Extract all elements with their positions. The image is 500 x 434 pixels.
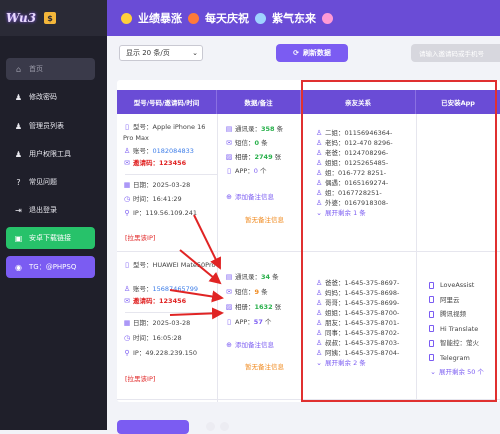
sidebar-item-label: 退出登录: [29, 206, 57, 214]
no-note-text: 暂无备注信息: [245, 363, 284, 371]
clock-icon: ◷: [123, 334, 131, 342]
contacts-icon: ▤: [225, 125, 233, 133]
plus-icon: ⊕: [226, 193, 232, 201]
sms-icon: ✉: [226, 288, 232, 296]
device-model: ▯ 型号：HUAWEI Mate50Pro: [123, 260, 217, 271]
user-key-icon: ♟: [14, 92, 23, 102]
account: ♙ 账号：0182084833: [123, 147, 194, 155]
image-icon: ▨: [225, 303, 233, 311]
chevron-down-icon: ⌄: [192, 49, 198, 57]
logo: Wu3: [6, 11, 37, 25]
refresh-button[interactable]: ⟳ 刷新数据: [276, 44, 348, 62]
sidebar-item-label: 用户权限工具: [29, 150, 71, 158]
party-popper-icon: [322, 12, 333, 24]
invite-code: ✉ 邀请码：123456: [124, 159, 187, 167]
user-list-icon: ♟: [14, 121, 23, 131]
highlight-box: [301, 80, 497, 402]
home-icon: ⌂: [15, 64, 22, 74]
sidebar: Wu3 $ ⌂ 首页 ♟ 修改密码 ♟ 管理员列表 ♟ 用户权限工具 ? 常见问题 ⇥ 退出…: [0, 0, 107, 430]
banner-text-2: 每天庆祝: [205, 12, 249, 25]
sidebar-item-label: 常见问题: [29, 178, 57, 186]
phone-icon: ▯: [125, 261, 129, 269]
refresh-label: 刷新数据: [302, 49, 331, 57]
device-model: ▯ 型号：Apple iPhone 16 Pro Max: [123, 123, 206, 142]
time: ◷ 时间：16:41:29: [123, 195, 182, 203]
sidebar-item-label: TG：@PHPSQ: [29, 263, 77, 271]
logout-icon: ⇥: [15, 205, 22, 215]
add-note-button[interactable]: ⊕ 添加备注信息: [225, 340, 274, 351]
ip-address: ⚲ IP：49.228.239.150: [124, 349, 198, 357]
sidebar-item-android-download[interactable]: ▣ 安卓下载链接: [6, 227, 95, 249]
clock-icon: ◷: [123, 195, 131, 203]
user-icon: ♙: [123, 285, 131, 293]
plus-icon: ⊕: [226, 341, 232, 349]
column-header: 型号/号码/邀请码/时间: [117, 90, 217, 114]
pagination-button[interactable]: [117, 420, 189, 434]
photos-count[interactable]: ▨ 相册：1632 张: [225, 302, 281, 313]
sidebar-item-label: 管理员列表: [29, 122, 64, 130]
photos-count[interactable]: ▨ 相册：2749 张: [225, 152, 281, 163]
sidebar-item-faq[interactable]: ? 常见问题: [6, 171, 95, 193]
block-ip-link[interactable]: [拉黑该IP]: [125, 374, 155, 385]
no-note-text: 暂无备注信息: [245, 216, 284, 224]
column-header: 数据/备注: [217, 90, 301, 114]
sidebar-item-admin-list[interactable]: ♟ 管理员列表: [6, 115, 95, 137]
date: ▦ 日期：2025-03-28: [123, 181, 191, 189]
location-icon: ⚲: [124, 209, 130, 217]
date: ▦ 日期：2025-03-28: [123, 319, 191, 327]
contacts-count[interactable]: ▤ 通讯录：34 条: [225, 272, 279, 283]
toolbar: 显示 20 条/页 ⌄ ⟳ 刷新数据 请输入邀请码或手机号: [107, 36, 500, 70]
divider: [125, 174, 217, 175]
location-icon: ⚲: [124, 349, 130, 357]
sidebar-item-permissions[interactable]: ♟ 用户权限工具: [6, 143, 95, 165]
invite-code: ✉ 邀请码：123456: [124, 297, 187, 305]
sms-icon: ✉: [226, 139, 232, 147]
brand-bar: Wu3 $: [0, 0, 107, 36]
smile-icon: [121, 12, 132, 24]
question-icon: ?: [16, 177, 21, 187]
search-input[interactable]: 请输入邀请码或手机号: [411, 44, 500, 62]
banner-text-1: 业绩暴涨: [138, 12, 182, 25]
sidebar-item-change-password[interactable]: ♟ 修改密码: [6, 86, 95, 108]
phone-icon: ▯: [125, 123, 129, 131]
contacts-count[interactable]: ▤ 通讯录：358 条: [225, 124, 283, 135]
block-ip-link[interactable]: [拉黑该IP]: [125, 233, 155, 244]
calendar-icon: ▦: [123, 181, 131, 189]
user-icon: ♙: [123, 147, 131, 155]
account: ♙ 账号：15687465799: [123, 285, 198, 293]
gift-icon: ✉: [124, 159, 130, 167]
ip-address: ⚲ IP：119.56.109.241: [124, 209, 198, 217]
add-note-button[interactable]: ⊕ 添加备注信息: [225, 192, 274, 203]
page-size-value: 显示 20 条/页: [126, 49, 170, 57]
android-icon: ▣: [14, 233, 23, 243]
contacts-icon: ▤: [225, 273, 233, 281]
page-size-select[interactable]: 显示 20 条/页 ⌄: [119, 45, 203, 61]
calendar-icon: ▦: [123, 319, 131, 327]
divider: [125, 312, 217, 313]
money-face-icon: [188, 12, 199, 24]
apps-count[interactable]: ▯ APP：57 个: [225, 317, 271, 328]
image-icon: ▨: [225, 153, 233, 161]
sms-count[interactable]: ✉ 短信：0 条: [225, 138, 268, 149]
money-bag-icon: $: [44, 12, 57, 24]
sms-count[interactable]: ✉ 短信：9 条: [225, 287, 268, 298]
moon-icon: [255, 12, 266, 24]
sidebar-item-label: 首页: [29, 65, 43, 73]
header-banner: 业绩暴涨 每天庆祝 紫气东来: [107, 0, 500, 36]
telegram-icon: ◉: [15, 262, 22, 272]
banner-text-3: 紫气东来: [272, 12, 316, 25]
sidebar-item-label: 安卓下载链接: [29, 234, 71, 242]
app-icon: ▯: [227, 318, 231, 326]
user-lock-icon: ♟: [14, 149, 23, 159]
gift-icon: ✉: [124, 297, 130, 305]
column-divider: [217, 114, 218, 402]
apps-count[interactable]: ▯ APP：0 个: [225, 166, 266, 177]
app-icon: ▯: [227, 167, 231, 175]
sidebar-item-home[interactable]: ⌂ 首页: [6, 58, 95, 80]
time: ◷ 时间：16:05:28: [123, 334, 182, 342]
sidebar-item-telegram[interactable]: ◉ TG：@PHPSQ: [6, 256, 95, 278]
sidebar-item-label: 修改密码: [29, 93, 57, 101]
sidebar-item-logout[interactable]: ⇥ 退出登录: [6, 199, 95, 221]
refresh-icon: ⟳: [293, 49, 299, 57]
